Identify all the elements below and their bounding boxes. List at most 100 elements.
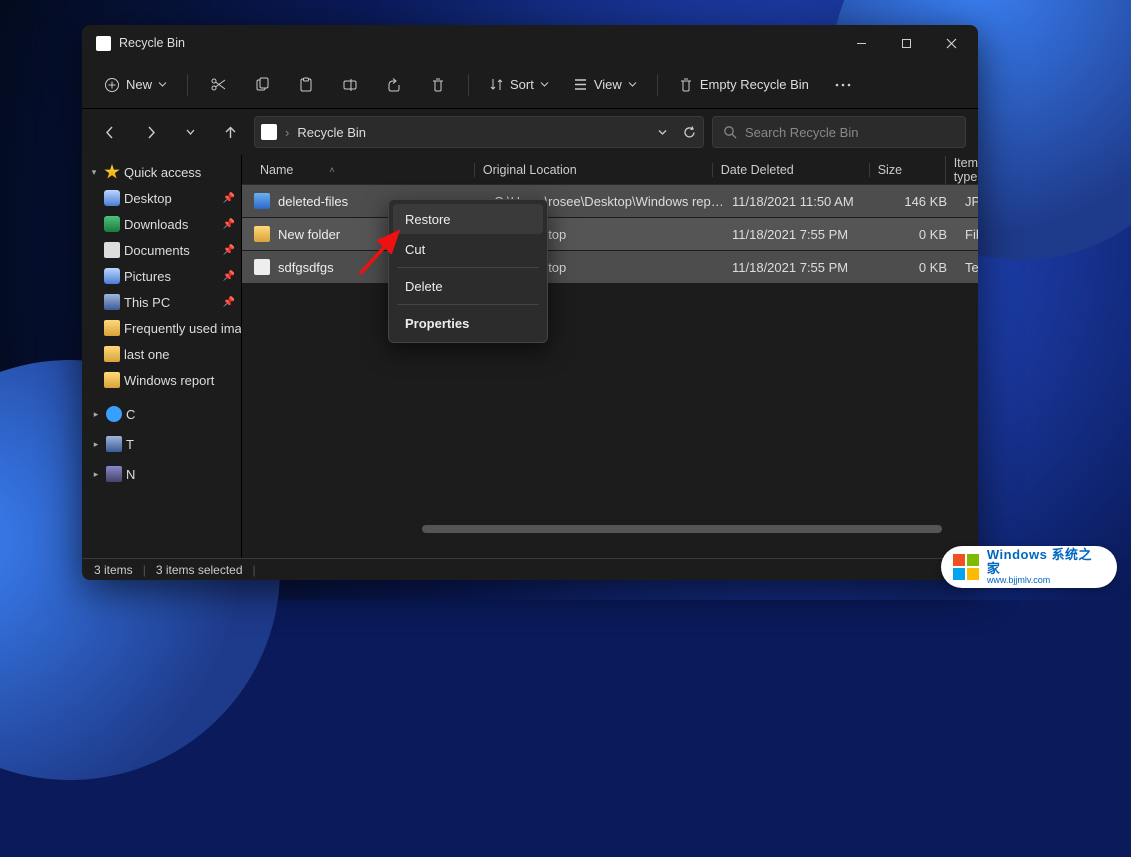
sidebar-item-pictures[interactable]: Pictures📌 (82, 263, 241, 289)
divider (657, 74, 658, 96)
context-restore[interactable]: Restore (393, 204, 543, 234)
image-file-icon (254, 193, 270, 209)
sidebar-item-folder[interactable]: Windows report (82, 367, 241, 393)
recent-button[interactable] (174, 116, 206, 148)
empty-recycle-bin-button[interactable]: Empty Recycle Bin (668, 68, 819, 102)
pictures-icon (104, 268, 120, 284)
sort-button[interactable]: Sort (479, 68, 559, 102)
chevron-down-icon (628, 80, 637, 89)
sidebar-item-drive[interactable]: ▸N (82, 461, 241, 487)
more-button[interactable] (823, 68, 863, 102)
scrollbar-thumb[interactable] (422, 525, 942, 533)
breadcrumb[interactable]: Recycle Bin (297, 125, 649, 140)
sidebar-item-folder[interactable]: Frequently used images (82, 315, 241, 341)
sidebar-item-drive[interactable]: ▸T (82, 431, 241, 457)
column-date-deleted[interactable]: Date Deleted (712, 163, 869, 177)
pin-icon: 📌 (223, 245, 235, 256)
horizontal-scrollbar[interactable] (414, 522, 978, 536)
search-icon (723, 125, 737, 139)
divider (468, 74, 469, 96)
new-label: New (126, 77, 152, 92)
up-button[interactable] (214, 116, 246, 148)
column-name[interactable]: Name˄ (260, 163, 474, 177)
column-headers: Name˄ Original Location Date Deleted Siz… (242, 155, 978, 185)
trash-icon (430, 77, 446, 93)
address-bar[interactable]: › Recycle Bin (254, 116, 704, 148)
cloud-icon (106, 406, 122, 422)
rename-icon (342, 77, 358, 93)
sidebar-item-folder[interactable]: last one (82, 341, 241, 367)
close-button[interactable] (929, 27, 974, 59)
maximize-button[interactable] (884, 27, 929, 59)
titlebar[interactable]: Recycle Bin (82, 25, 978, 61)
windows-logo-icon (953, 554, 979, 580)
folder-icon (254, 226, 270, 242)
recycle-bin-icon (96, 36, 111, 51)
pc-icon (106, 436, 122, 452)
plus-circle-icon (104, 77, 120, 93)
sidebar-item-desktop[interactable]: Desktop📌 (82, 185, 241, 211)
divider (187, 74, 188, 96)
pin-icon: 📌 (223, 297, 235, 308)
sort-label: Sort (510, 77, 534, 92)
column-item-type[interactable]: Item type (945, 156, 978, 184)
scissors-icon (210, 76, 227, 93)
file-row[interactable]: deleted-files C:\Users\rosee\Desktop\Win… (242, 185, 978, 218)
copy-button[interactable] (242, 68, 282, 102)
search-placeholder: Search Recycle Bin (745, 125, 858, 140)
divider (397, 304, 539, 305)
view-button[interactable]: View (563, 68, 647, 102)
back-button[interactable] (94, 116, 126, 148)
sidebar-item-drive[interactable]: ▸C (82, 401, 241, 427)
delete-button[interactable] (418, 68, 458, 102)
pin-icon: 📌 (223, 193, 235, 204)
share-icon (386, 77, 402, 93)
clipboard-icon (298, 77, 314, 93)
desktop-icon (104, 190, 120, 206)
sort-ascending-icon: ˄ (329, 165, 334, 175)
divider (397, 267, 539, 268)
context-delete[interactable]: Delete (393, 271, 543, 301)
chevron-down-icon (540, 80, 549, 89)
rename-button[interactable] (330, 68, 370, 102)
search-input[interactable]: Search Recycle Bin (712, 116, 966, 148)
file-row[interactable]: New folder see\Desktop 11/18/2021 7:55 P… (242, 218, 978, 251)
sidebar-item-downloads[interactable]: Downloads📌 (82, 211, 241, 237)
forward-button[interactable] (134, 116, 166, 148)
view-label: View (594, 77, 622, 92)
chevron-right-icon: ▸ (90, 409, 102, 420)
sort-icon (489, 77, 504, 92)
chevron-down-icon: ▾ (88, 167, 100, 178)
refresh-icon[interactable] (682, 125, 697, 140)
context-properties[interactable]: Properties (393, 308, 543, 338)
divider: | (253, 563, 256, 577)
documents-icon (104, 242, 120, 258)
chevron-down-icon (158, 80, 167, 89)
share-button[interactable] (374, 68, 414, 102)
navigation-pane: ▾ Quick access Desktop📌 Downloads📌 Docum… (82, 155, 242, 558)
sidebar-item-documents[interactable]: Documents📌 (82, 237, 241, 263)
file-explorer-window: Recycle Bin New Sort View (82, 25, 978, 580)
sidebar-item-this-pc[interactable]: This PC📌 (82, 289, 241, 315)
folder-icon (104, 372, 120, 388)
new-button[interactable]: New (94, 68, 177, 102)
recycle-bin-icon (261, 124, 277, 140)
sidebar-quick-access[interactable]: ▾ Quick access (82, 159, 241, 185)
chevron-right-icon: ▸ (90, 469, 102, 480)
watermark: Windows 系统之家 www.bjjmlv.com (941, 546, 1117, 588)
file-row[interactable]: sdfgsdfgs see\Desktop 11/18/2021 7:55 PM… (242, 251, 978, 284)
downloads-icon (104, 216, 120, 232)
minimize-button[interactable] (839, 27, 884, 59)
address-bar-row: › Recycle Bin Search Recycle Bin (82, 109, 978, 155)
context-cut[interactable]: Cut (393, 234, 543, 264)
window-title: Recycle Bin (119, 36, 839, 50)
chevron-right-icon: ▸ (90, 439, 102, 450)
column-original-location[interactable]: Original Location (474, 163, 712, 177)
pin-icon: 📌 (223, 271, 235, 282)
folder-icon (104, 346, 120, 362)
chevron-down-icon[interactable] (657, 127, 668, 138)
dots-icon (835, 83, 851, 87)
paste-button[interactable] (286, 68, 326, 102)
column-size[interactable]: Size (869, 163, 945, 177)
cut-button[interactable] (198, 68, 238, 102)
